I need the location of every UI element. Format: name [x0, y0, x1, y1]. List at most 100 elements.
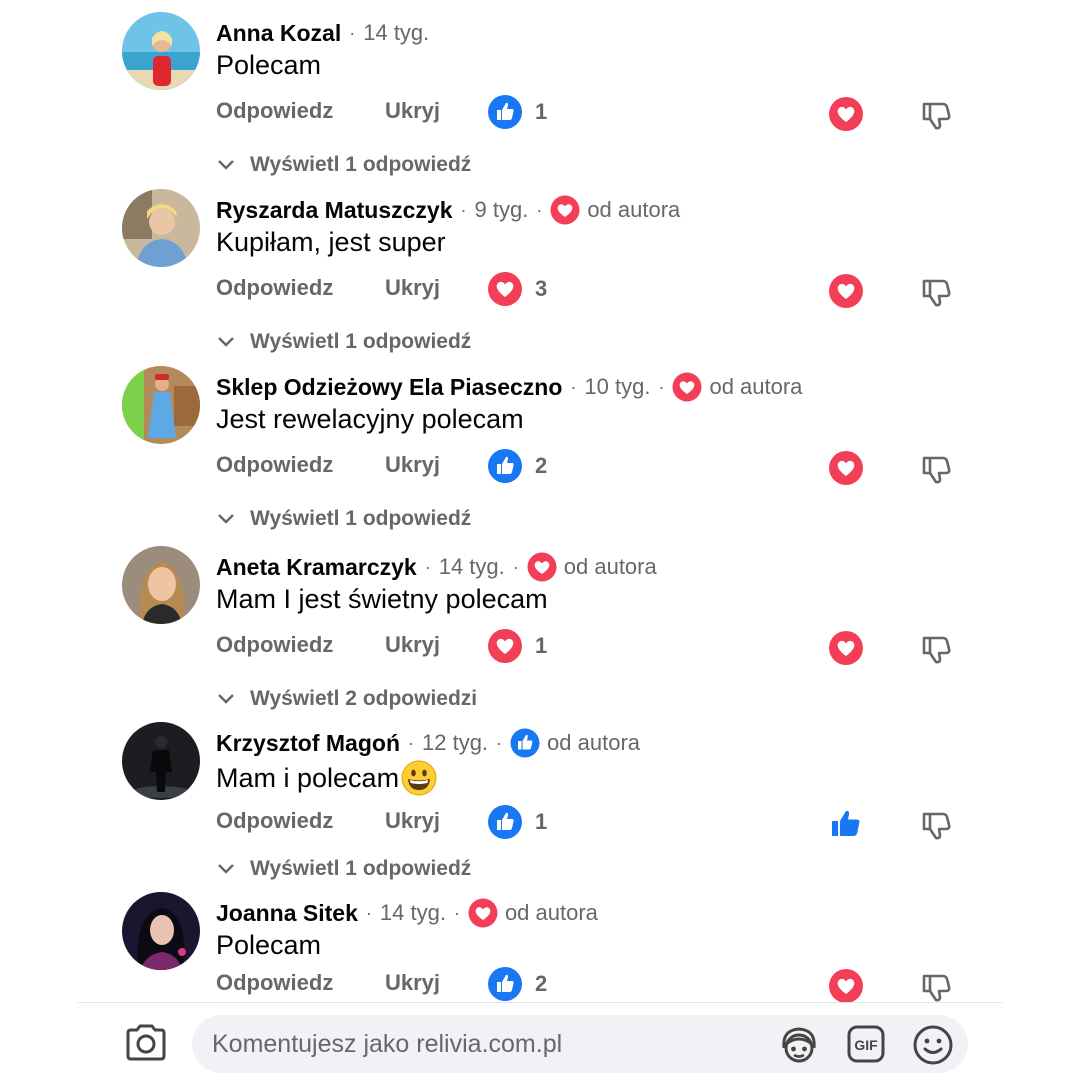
- author-name[interactable]: Aneta Kramarczyk: [216, 554, 417, 581]
- view-replies-link[interactable]: Wyświetl 1 odpowiedź: [216, 327, 471, 357]
- chevron-down-icon: [216, 509, 236, 529]
- comment-item: Aneta Kramarczyk · 14 tyg. · od autora M…: [0, 546, 1080, 726]
- reaction-count[interactable]: 2: [487, 448, 547, 484]
- hide-button[interactable]: Ukryj: [385, 632, 440, 658]
- reaction-count[interactable]: 1: [487, 94, 547, 130]
- separator: ·: [424, 556, 431, 577]
- comment-time[interactable]: 10 tyg.: [584, 374, 650, 400]
- thumbs-down-icon[interactable]: [919, 452, 953, 486]
- like-reaction-icon: [487, 94, 523, 130]
- reaction-count[interactable]: 2: [487, 966, 547, 1002]
- reaction-count-value: 3: [535, 276, 548, 301]
- thumbs-down-icon[interactable]: [919, 970, 953, 1004]
- comment-header: Ryszarda Matuszczyk · 9 tyg. · od autora: [216, 193, 680, 227]
- heart-icon: [468, 898, 498, 928]
- camera-icon[interactable]: [124, 1023, 168, 1063]
- view-replies-label: Wyświetl 1 odpowiedź: [250, 857, 472, 880]
- reply-button[interactable]: Odpowiedz: [216, 275, 333, 301]
- comment-text: Mam I jest świetny polecam: [216, 584, 548, 615]
- comment-body: Polecam: [216, 50, 322, 80]
- reply-button[interactable]: Odpowiedz: [216, 98, 333, 124]
- reaction-count[interactable]: 3: [487, 271, 547, 307]
- chevron-down-icon: [216, 332, 236, 352]
- view-replies-link[interactable]: Wyświetl 1 odpowiedź: [216, 504, 471, 534]
- avatar[interactable]: [122, 722, 200, 800]
- comment-body: Jest rewelacyjny polecam: [216, 404, 524, 434]
- avatar[interactable]: [122, 366, 200, 444]
- reaction-count[interactable]: 1: [487, 804, 547, 840]
- chevron-down-icon: [216, 155, 236, 175]
- love-reaction-button[interactable]: [828, 630, 864, 666]
- author-badge-label: od autora: [547, 730, 641, 755]
- view-replies-label: Wyświetl 2 odpowiedzi: [250, 687, 478, 710]
- comment-actions: Odpowiedz Ukryj 2: [216, 448, 976, 488]
- comment-text: Jest rewelacyjny polecam: [216, 404, 524, 435]
- reply-button[interactable]: Odpowiedz: [216, 632, 333, 658]
- chevron-down-icon: [216, 689, 236, 709]
- avatar[interactable]: [122, 189, 200, 267]
- author-name[interactable]: Sklep Odzieżowy Ela Piaseczno: [216, 374, 562, 401]
- comment-header: Krzysztof Magoń · 12 tyg. · od autora: [216, 726, 640, 760]
- comment-time[interactable]: 9 tyg.: [475, 197, 529, 223]
- separator: ·: [570, 376, 577, 397]
- thumbs-up-button[interactable]: [828, 806, 864, 842]
- hide-button[interactable]: Ukryj: [385, 808, 440, 834]
- thumbs-down-icon[interactable]: [919, 632, 953, 666]
- comment-actions: Odpowiedz Ukryj 1: [216, 804, 976, 844]
- separator: ·: [453, 902, 460, 923]
- comment-time[interactable]: 14 tyg.: [380, 900, 446, 926]
- love-reaction-button[interactable]: [828, 450, 864, 486]
- heart-icon: [672, 372, 702, 402]
- author-badge-label: od autora: [709, 374, 803, 399]
- reaction-count-value: 2: [535, 971, 548, 996]
- thumbs-down-icon[interactable]: [919, 808, 953, 842]
- author-name[interactable]: Krzysztof Magoń: [216, 730, 400, 757]
- like-reaction-icon: [487, 448, 523, 484]
- avatar[interactable]: [122, 12, 200, 90]
- separator: ·: [460, 199, 467, 220]
- love-reaction-button[interactable]: [828, 273, 864, 309]
- reply-button[interactable]: Odpowiedz: [216, 808, 333, 834]
- thumbs-down-icon[interactable]: [919, 275, 953, 309]
- reaction-count-value: 1: [535, 633, 548, 658]
- author-badge-label: od autora: [563, 554, 657, 579]
- separator: ·: [408, 732, 414, 753]
- smiley-icon[interactable]: [912, 1024, 954, 1066]
- comment-body: Mam I jest świetny polecam: [216, 584, 548, 614]
- comment-time[interactable]: 14 tyg.: [363, 20, 429, 46]
- like-reaction-icon: [487, 966, 523, 1002]
- author-name[interactable]: Anna Kozal: [216, 20, 341, 47]
- view-replies-link[interactable]: Wyświetl 2 odpowiedzi: [216, 684, 477, 714]
- hide-button[interactable]: Ukryj: [385, 98, 440, 124]
- author-name[interactable]: Ryszarda Matuszczyk: [216, 197, 453, 224]
- hide-button[interactable]: Ukryj: [385, 275, 440, 301]
- comment-body: Mam i polecam: [216, 762, 400, 793]
- avatar-sticker-icon[interactable]: [778, 1024, 820, 1066]
- like-icon: [510, 728, 540, 758]
- view-replies-link[interactable]: Wyświetl 1 odpowiedź: [216, 854, 471, 884]
- comment-actions: Odpowiedz Ukryj 1: [216, 628, 976, 668]
- gif-icon[interactable]: GIF: [846, 1024, 886, 1064]
- reply-button[interactable]: Odpowiedz: [216, 452, 333, 478]
- author-badge-label: od autora: [504, 900, 598, 925]
- comment-actions: Odpowiedz Ukryj 2: [216, 966, 976, 1006]
- view-replies-link[interactable]: Wyświetl 1 odpowiedź: [216, 150, 471, 180]
- avatar[interactable]: [122, 892, 200, 970]
- comment-text: Polecam: [216, 50, 321, 81]
- reply-button[interactable]: Odpowiedz: [216, 970, 333, 996]
- view-replies-label: Wyświetl 1 odpowiedź: [250, 507, 472, 530]
- love-reaction-button[interactable]: [828, 968, 864, 1004]
- hide-button[interactable]: Ukryj: [385, 452, 440, 478]
- separator: ·: [365, 902, 372, 923]
- reaction-count[interactable]: 1: [487, 628, 547, 664]
- heart-icon: [550, 195, 580, 225]
- comment-time[interactable]: 12 tyg.: [422, 730, 488, 756]
- thumbs-down-icon[interactable]: [919, 98, 953, 132]
- hide-button[interactable]: Ukryj: [385, 970, 440, 996]
- comment-input[interactable]: Komentujesz jako relivia.com.pl GIF: [192, 1015, 968, 1073]
- author-name[interactable]: Joanna Sitek: [216, 900, 358, 927]
- love-reaction-button[interactable]: [828, 96, 864, 132]
- comment-header: Anna Kozal · 14 tyg.: [216, 16, 429, 50]
- avatar[interactable]: [122, 546, 200, 624]
- comment-time[interactable]: 14 tyg.: [439, 554, 505, 580]
